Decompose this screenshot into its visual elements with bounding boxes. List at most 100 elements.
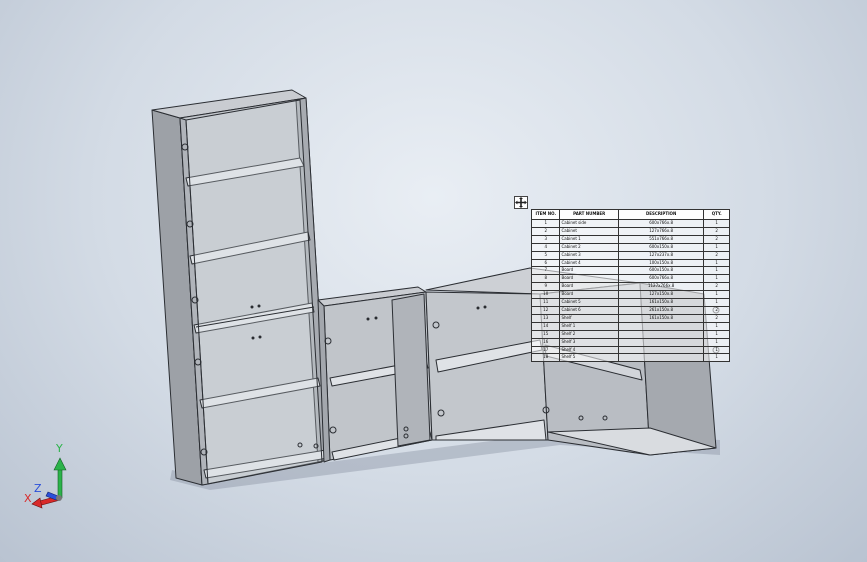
bom-cell-description: 127x766x.8 — [617, 226, 705, 236]
bom-cell-description: 127x237x.8 — [617, 250, 705, 260]
bom-cell-item: 1 — [530, 219, 561, 228]
bom-cell-qty: 1 — [703, 258, 730, 268]
bom-cell-item: 16 — [530, 337, 561, 347]
bom-cell-item: 6 — [530, 258, 561, 268]
bom-cell-part: Cabinet 1 — [559, 234, 619, 244]
bom-row[interactable]: 1 Cabinet side 600x766x.8 1 — [530, 219, 730, 228]
bom-cell-qty: 1 — [703, 266, 730, 276]
bom-cell-description: 127x150x.8 — [617, 290, 705, 300]
bom-cell-description — [617, 329, 705, 339]
bom-header-description: DESCRIPTION — [617, 209, 705, 220]
bom-cell-description: 600x766x.8 — [617, 274, 705, 284]
bom-row[interactable]: 5 Cabinet 3 127x237x.8 2 — [530, 250, 730, 260]
bom-cell-item: 11 — [530, 298, 561, 307]
bom-row[interactable]: 6 Cabinet 4 100x150x.8 1 — [530, 258, 730, 268]
mid-cabinet[interactable] — [317, 286, 433, 463]
bom-cell-qty: 1 — [703, 298, 730, 307]
bom-row[interactable]: 16 Shelf 3 1 — [530, 337, 730, 347]
bom-cell-qty: 1 — [703, 274, 730, 284]
bom-header-qty: QTY. — [703, 209, 730, 220]
bom-row[interactable]: 3 Cabinet 1 551x766x.8 2 — [530, 234, 730, 244]
bom-cell-qty: 2 — [703, 305, 730, 315]
bom-cell-description: 551x766x.8 — [617, 234, 705, 244]
bom-cell-qty: 1 — [703, 219, 730, 228]
bom-cell-description: 1127x766x.8 — [617, 282, 705, 292]
bom-row[interactable]: 7 Board 600x150x.8 1 — [530, 266, 730, 276]
bom-cell-part: Shelf 2 — [559, 329, 619, 339]
bom-cell-description: 261x150x.8 — [617, 305, 705, 315]
bom-cell-qty: 1 — [703, 290, 730, 300]
bom-row[interactable]: 17 Shelf 4 1 — [530, 345, 730, 355]
bom-cell-description: 100x150x.8 — [617, 258, 705, 268]
bom-cell-item: 18 — [530, 353, 561, 363]
bom-cell-part: Board — [559, 290, 619, 300]
bom-cell-qty: 1 — [703, 337, 730, 347]
bom-cell-part: Cabinet 6 — [559, 305, 619, 315]
bom-cell-qty: 2 — [703, 250, 730, 260]
bom-cell-description — [617, 345, 705, 355]
bom-cell-item: 10 — [530, 290, 561, 300]
bom-header-part: PART NUMBER — [559, 209, 619, 220]
bom-cell-item: 15 — [530, 329, 561, 339]
bom-cell-item: 9 — [530, 282, 561, 292]
bom-cell-part: Shelf 4 — [559, 345, 619, 355]
tall-bookcase[interactable] — [151, 89, 329, 486]
bom-row[interactable]: 10 Board 127x150x.8 1 — [530, 290, 730, 300]
bom-cell-description: 161x150x.8 — [617, 298, 705, 307]
axis-x-label: X — [24, 492, 32, 505]
bom-row[interactable]: 14 Shelf 1 1 — [530, 321, 730, 331]
bom-cell-description — [617, 353, 705, 363]
bom-cell-qty: 2 — [703, 313, 730, 323]
bom-cell-part: Board — [559, 274, 619, 284]
bom-cell-qty: 1 — [703, 329, 730, 339]
bom-row[interactable]: 12 Cabinet 6 261x150x.8 2 — [530, 305, 730, 315]
bom-cell-item: 13 — [530, 313, 561, 323]
bom-cell-description: 600x766x.8 — [617, 219, 705, 228]
axis-z-label: Z — [34, 482, 42, 495]
bom-header-row: ITEM NO. PART NUMBER DESCRIPTION QTY. — [530, 209, 730, 220]
bom-row[interactable]: 4 Cabinet 2 600x150x.8 1 — [530, 242, 730, 252]
bom-cell-qty: 2 — [703, 282, 730, 292]
bom-row[interactable]: 18 Shelf 5 1 — [530, 353, 730, 363]
bom-header-item: ITEM NO. — [530, 209, 561, 220]
bom-row[interactable]: 13 Shelf 161x150x.8 2 — [530, 313, 730, 323]
bom-cell-part: Shelf — [559, 313, 619, 323]
bom-cell-part: Cabinet side — [559, 219, 619, 228]
bom-cell-item: 3 — [530, 234, 561, 244]
bom-cell-qty: 2 — [703, 234, 730, 244]
bom-cell-part: Shelf 3 — [559, 337, 619, 347]
bom-cell-qty: 1 — [703, 321, 730, 331]
bom-row[interactable]: 8 Board 600x766x.8 1 — [530, 274, 730, 284]
move-arrows-icon — [515, 197, 527, 208]
bom-cell-part: Shelf 1 — [559, 321, 619, 331]
bom-row[interactable]: 11 Cabinet 5 161x150x.8 1 — [530, 298, 730, 307]
bom-cell-part: Board — [559, 282, 619, 292]
bom-cell-qty: 1 — [703, 242, 730, 252]
model-viewport[interactable] — [0, 0, 867, 562]
bom-cell-part: Cabinet 5 — [559, 298, 619, 307]
axis-y-label: Y — [56, 442, 63, 455]
bom-cell-item: 2 — [530, 226, 561, 236]
bom-cell-description — [617, 321, 705, 331]
coordinate-triad: Y Z X — [18, 440, 78, 510]
bom-cell-item: 14 — [530, 321, 561, 331]
bom-cell-item: 12 — [530, 305, 561, 315]
bom-cell-qty: 1 — [703, 345, 730, 355]
bom-cell-part: Shelf 5 — [559, 353, 619, 363]
bom-cell-qty: 1 — [703, 353, 730, 363]
bill-of-materials-table[interactable]: ITEM NO. PART NUMBER DESCRIPTION QTY. 1C… — [530, 209, 730, 363]
bom-cell-part: Cabinet 3 — [559, 250, 619, 260]
bom-cell-part: Cabinet 4 — [559, 258, 619, 268]
bom-cell-description: 161x150x.8 — [617, 313, 705, 323]
bom-cell-description: 600x150x.8 — [617, 242, 705, 252]
bom-cell-qty: 2 — [703, 226, 730, 236]
bom-cell-part: Board — [559, 266, 619, 276]
bom-cell-item: 17 — [530, 345, 561, 355]
bom-row[interactable]: 2 Cabinet 127x766x.8 2 — [530, 226, 730, 236]
bom-row[interactable]: 15 Shelf 2 1 — [530, 329, 730, 339]
bom-cell-description — [617, 337, 705, 347]
bom-row[interactable]: 9 Board 1127x766x.8 2 — [530, 282, 730, 292]
bom-cell-item: 7 — [530, 266, 561, 276]
table-move-handle[interactable] — [514, 196, 528, 209]
bom-cell-part: Cabinet — [559, 226, 619, 236]
